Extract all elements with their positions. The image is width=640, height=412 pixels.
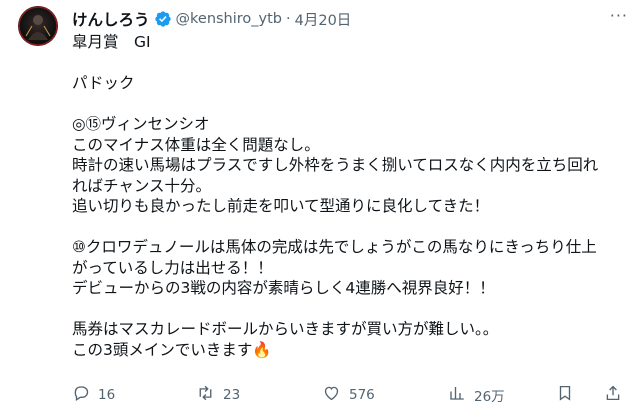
avatar-image — [18, 6, 58, 46]
more-icon[interactable]: ··· — [610, 6, 628, 25]
author-name[interactable]: けんしろう — [72, 8, 150, 30]
verified-badge-icon — [154, 10, 172, 28]
separator: · — [286, 11, 291, 27]
tweet-line: 時計の速い馬場はプラスですし外枠をうまく捌いてロスなく内内を立ち回れ — [72, 156, 599, 174]
bookmark-button[interactable] — [556, 384, 582, 406]
like-count: 576 — [349, 387, 375, 403]
views-icon — [448, 384, 474, 406]
repost-icon — [196, 384, 223, 406]
action-bar: 16 23 576 26万 — [72, 384, 628, 408]
share-icon — [604, 384, 630, 406]
share-button[interactable] — [604, 384, 630, 406]
tweet-line: 追い切りも良かったし前走を叩いて型通りに良化してきた！ — [72, 197, 490, 215]
views-count: 26万 — [474, 389, 505, 405]
tweet-line: ⑩クロワデュノールは馬体の完成は先でしょうがこの馬なりにきっちり仕上 — [72, 238, 597, 256]
tweet-header: けんしろう @kenshiro_ytb · 4月20日 — [72, 8, 351, 30]
tweet-line: がっているし力は出せる！！ — [72, 258, 273, 277]
tweet-line: デビューからの3戦の内容が素晴らしく4連勝へ視界良好！！ — [72, 279, 495, 297]
repost-count: 23 — [223, 387, 241, 403]
tweet-line: 馬券はマスカレードボールからいきますが買い方が難しい。。 — [72, 320, 499, 338]
tweet-line: この3頭メインでいきます🔥 — [72, 340, 272, 359]
tweet-line: 皐月賞 GI — [72, 33, 151, 51]
avatar[interactable] — [18, 6, 58, 46]
like-button[interactable]: 576 — [322, 384, 375, 406]
bookmark-icon — [556, 384, 582, 406]
reply-icon — [72, 384, 98, 406]
tweet-line: ◎⑮ヴィンセンシオ — [72, 115, 210, 133]
tweet-text: 皐月賞 GI パドック ◎⑮ヴィンセンシオこのマイナス体重は全く問題なし。時計の速い… — [72, 32, 628, 360]
reply-count: 16 — [98, 387, 116, 403]
handle[interactable]: @kenshiro_ytb — [176, 11, 283, 27]
repost-button[interactable]: 23 — [196, 384, 240, 406]
like-icon — [322, 384, 349, 406]
tweet-line: ればチャンス十分。 — [72, 176, 212, 195]
tweet-line: このマイナス体重は全く問題なし。 — [72, 135, 320, 154]
tweet-line: パドック — [72, 74, 135, 92]
views-button[interactable]: 26万 — [448, 384, 505, 406]
reply-button[interactable]: 16 — [72, 384, 115, 406]
post-date[interactable]: 4月20日 — [295, 9, 352, 30]
